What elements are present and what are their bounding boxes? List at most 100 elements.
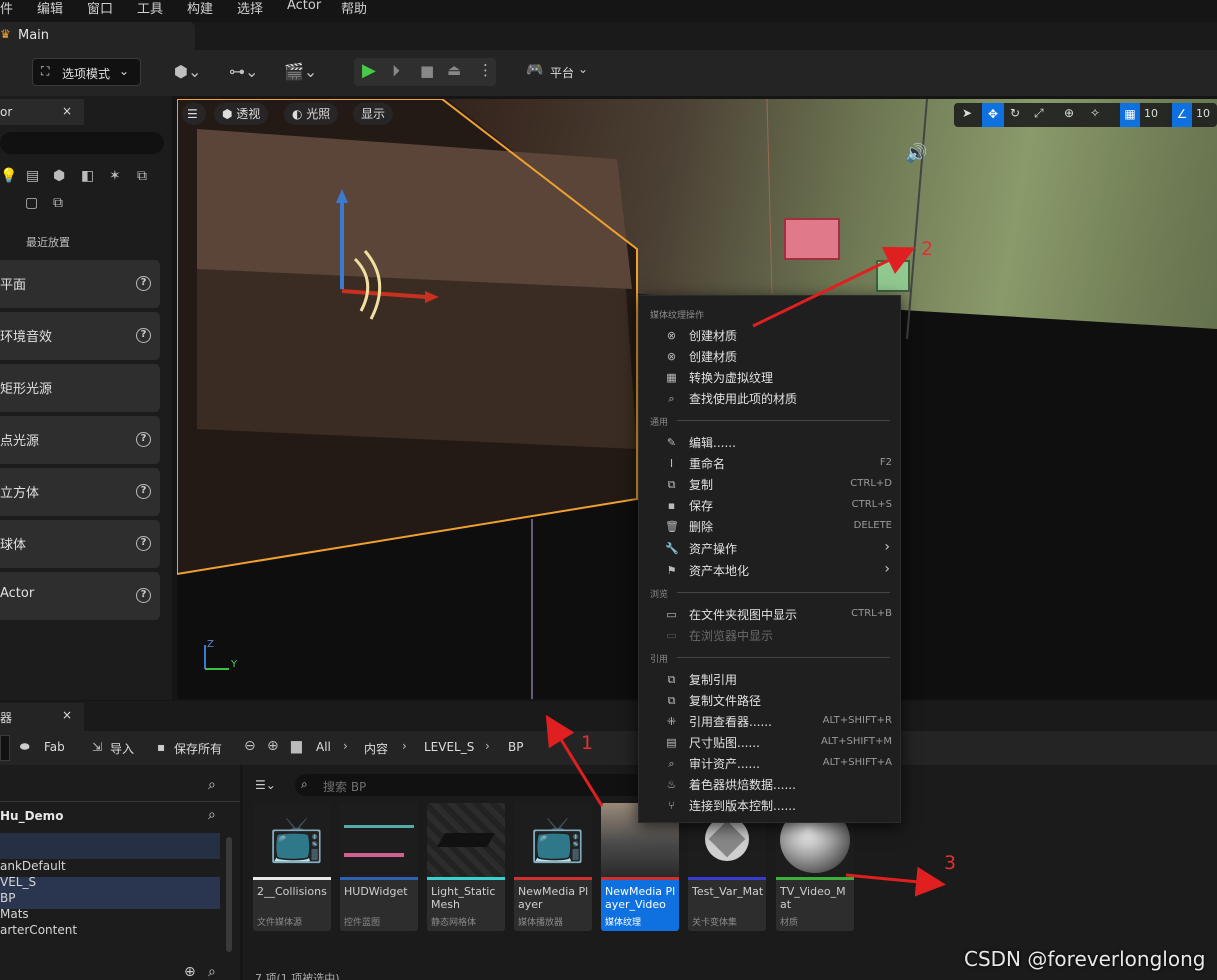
more-icon[interactable]: ⋮ [478,61,493,79]
menu-item-size-map[interactable]: ▤ 尺寸贴图...... ALT+SHIFT+M [639,732,900,753]
cinematic-icon[interactable]: ▤ [26,168,39,184]
asset-tile[interactable]: Light_Static Mesh 静态网格体 [427,803,505,931]
scale-icon[interactable]: ⤢ [1034,106,1044,121]
close-icon[interactable]: × [62,708,72,722]
menu-help[interactable]: 帮助 [341,0,367,17]
stop-icon[interactable]: ■ [420,62,434,80]
menu-file[interactable]: 件 [0,0,13,17]
asset-tile[interactable]: 📺 2__Collisions 文件媒体源 [253,803,331,931]
menu-item-create-material-2[interactable]: ⊗ 创建材质 [639,346,900,367]
all-classes-icon[interactable]: ⧉ [137,168,147,184]
place-item-sphere[interactable]: 球体? [0,520,160,568]
menu-item-create-material[interactable]: ⊗ 创建材质 [639,325,900,346]
asset-search-input[interactable]: ⌕ 搜索 BP [295,774,695,796]
menu-item-rename[interactable]: Ⅰ 重命名 F2 [639,453,900,474]
tree-item[interactable]: ankDefault [0,859,66,873]
help-icon[interactable]: ? [136,536,151,551]
menu-item-reference-viewer[interactable]: ⁜ 引用查看器...... ALT+SHIFT+R [639,711,900,732]
search-icon[interactable]: ⌕ [208,807,216,823]
help-icon[interactable]: ? [136,276,151,291]
step-icon[interactable]: ⏵ [392,61,400,81]
select-mode-icon[interactable]: ➤ [962,106,972,120]
eject-icon[interactable]: ⏏ [447,61,461,79]
tree-root-item[interactable] [0,833,220,859]
tree-item[interactable]: VEL_S [0,875,36,889]
back-icon[interactable]: ⊖ [244,738,256,754]
blueprint-icon[interactable]: ⊶⌄ [229,62,258,81]
menu-item-copy-file-path[interactable]: ⧉ 复制文件路径 [639,690,900,711]
asset-tile[interactable]: 📺 NewMedia Player 媒体播放器 [514,803,592,931]
project-name[interactable]: Hu_Demo [0,809,63,823]
translate-icon[interactable]: ✥ [982,103,1004,127]
tree-scrollbar[interactable] [226,837,232,952]
menu-item-find-materials[interactable]: ⌕ 查找使用此项的材质 [639,388,900,409]
tree-item[interactable]: BP [0,891,15,905]
breadcrumb-all[interactable]: All [316,740,331,754]
menu-build[interactable]: 构建 [187,0,213,17]
place-item-ambient-sound[interactable]: 环境音效? [0,312,160,360]
menu-item-save[interactable]: ▪ 保存 CTRL+S [639,495,900,516]
place-item-point-light[interactable]: 点光源? [0,416,160,464]
place-item-plane[interactable]: 平面? [0,260,160,308]
play-icon[interactable]: ▶ [362,60,376,81]
place-search-input[interactable] [0,132,164,154]
menu-item-duplicate[interactable]: ⧉ 复制 CTRL+D [639,474,900,495]
menu-item-delete[interactable]: 🗑 删除 DELETE [639,516,900,537]
add-button[interactable] [0,735,10,761]
menu-select[interactable]: 选择 [237,0,263,17]
lighting-button[interactable]: ◐ 光照 [284,103,339,125]
place-item-cube[interactable]: 立方体? [0,468,160,516]
menu-edit[interactable]: 编辑 [37,0,63,17]
mode-select[interactable]: ⛶ 选项模式 ⌄ [32,58,141,86]
place-item-rect-light[interactable]: 矩形光源 [0,364,160,412]
help-icon[interactable]: ? [136,432,151,447]
add-folder-icon[interactable]: ⊕ [184,964,196,980]
place-actors-tab[interactable]: or × [0,99,84,125]
rotate-icon[interactable]: ↻ [1010,106,1020,120]
folder-icon[interactable]: ▆ [291,738,302,754]
menu-item-show-in-folder[interactable]: ▭ 在文件夹视图中显示 CTRL+B [639,604,900,625]
perspective-button[interactable]: ⬢ 透视 [214,103,269,125]
menu-item-asset-localization[interactable]: ⚑ 资产本地化 › [639,560,900,581]
content-browser-tab[interactable]: 器 × [0,703,84,731]
menu-item-edit[interactable]: ✎ 编辑...... [639,432,900,453]
tab-main[interactable]: ♛ Main [0,22,195,50]
basic-icon[interactable]: ⧉ [53,195,63,211]
menu-item-asset-actions[interactable]: 🔧 资产操作 › [639,538,900,559]
menu-item-source-control[interactable]: ⑂ 连接到版本控制...... [639,795,900,816]
tree-item[interactable]: arterContent [0,923,77,937]
world-space-icon[interactable]: ⊕ [1064,106,1074,120]
help-icon[interactable]: ? [136,588,151,603]
breadcrumb-level-s[interactable]: LEVEL_S [424,740,474,754]
cinematics-icon[interactable]: 🎬⌄ [284,62,317,81]
menu-item-shader-cook-data[interactable]: ♨ 着色器烘焙数据...... [639,774,900,795]
help-icon[interactable]: ? [136,484,151,499]
forward-icon[interactable]: ⊕ [267,738,279,754]
visual-effects-icon[interactable]: ⬢ [53,168,65,184]
add-actor-icon[interactable]: ⬢⌄ [174,62,201,81]
geometry-icon[interactable]: ◧ [81,168,94,184]
asset-tile[interactable]: HUDWidget 控件蓝图 [340,803,418,931]
search-icon[interactable]: ⌕ [208,777,216,793]
rotation-snap-value[interactable]: 10 [1196,107,1210,120]
shapes-icon[interactable]: ▢ [25,195,38,211]
menu-item-copy-reference[interactable]: ⧉ 复制引用 [639,669,900,690]
breadcrumb-content[interactable]: 内容 [364,740,388,757]
breadcrumb-bp[interactable]: BP [508,740,523,754]
filter-icon[interactable]: ☰⌄ [255,778,276,792]
menu-item-audit-assets[interactable]: ⌕ 审计资产...... ALT+SHIFT+A [639,753,900,774]
rotation-snap-icon[interactable]: ∠ [1172,103,1192,127]
light-icon[interactable]: 💡 [0,168,17,184]
volumes-icon[interactable]: ✶ [109,168,121,184]
viewport-menu-button[interactable]: ☰ [182,103,206,125]
grid-snap-icon[interactable]: ▦ [1120,103,1140,127]
place-item-actor[interactable]: Actor? [0,572,160,620]
help-icon[interactable]: ? [136,328,151,343]
search-icon[interactable]: ⌕ [208,964,216,980]
close-icon[interactable]: × [62,104,72,118]
surface-snap-icon[interactable]: ✧ [1090,106,1100,120]
menu-actor[interactable]: Actor [287,0,321,13]
show-button[interactable]: 显示 [353,103,394,125]
grid-snap-value[interactable]: 10 [1144,107,1158,120]
tree-item[interactable]: Mats [0,907,29,921]
